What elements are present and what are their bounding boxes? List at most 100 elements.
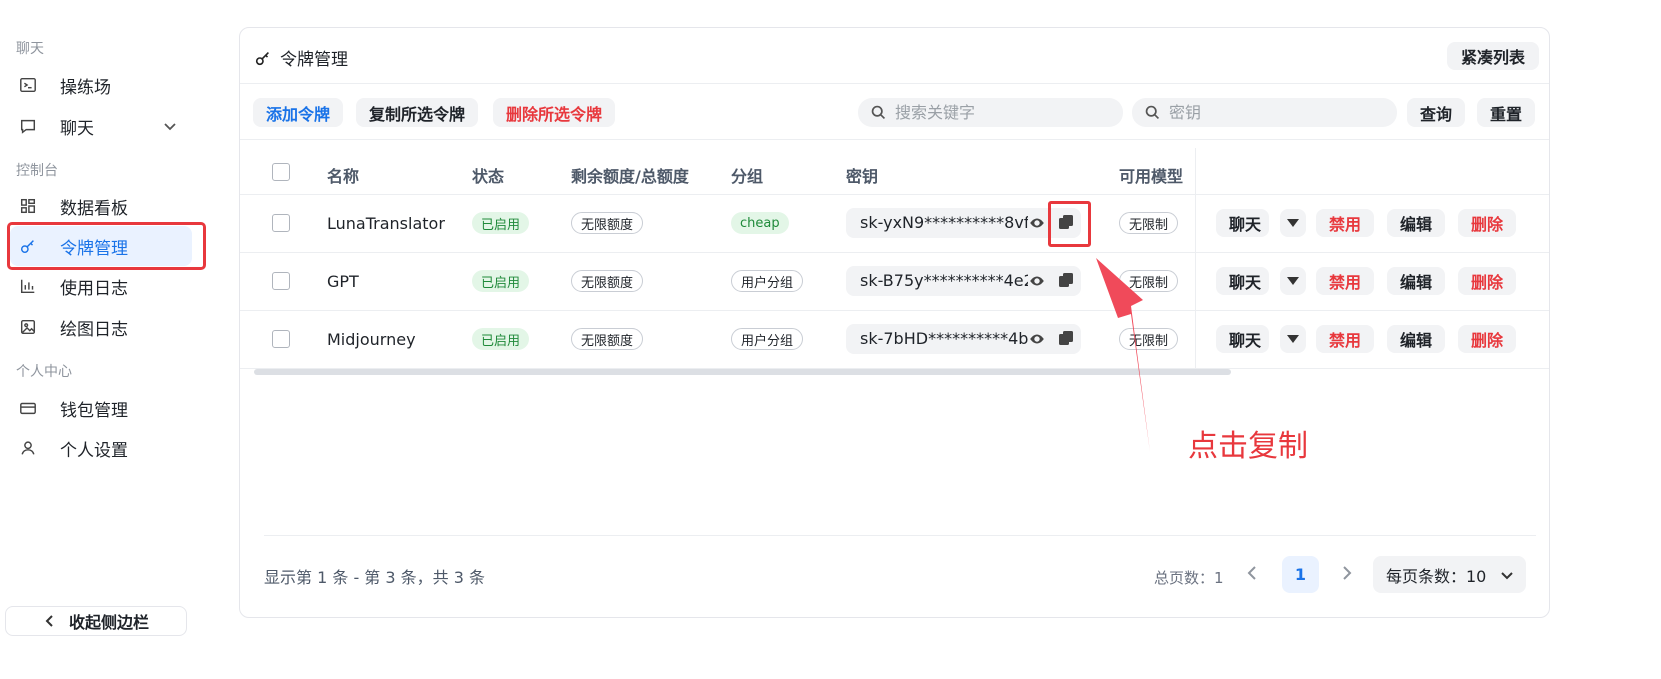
disable-button[interactable]: 禁用	[1316, 325, 1375, 353]
key-search-input[interactable]	[1169, 103, 1369, 122]
chat-button[interactable]: 聊天	[1216, 267, 1270, 295]
page-size-label: 每页条数：10	[1386, 566, 1487, 586]
copy-selected-tokens-button[interactable]: 复制所选令牌	[356, 98, 479, 127]
chat-dropdown-button[interactable]	[1280, 267, 1306, 295]
eye-icon[interactable]	[1028, 330, 1048, 348]
key-field: sk-yxN9**********8vfc	[846, 208, 1081, 238]
edit-button[interactable]: 编辑	[1387, 325, 1446, 353]
disable-button[interactable]: 禁用	[1316, 267, 1375, 295]
sidebar-section-chat: 聊天	[16, 41, 44, 57]
sidebar-item-label: 个人设置	[60, 440, 128, 461]
card-header: 令牌管理 紧凑列表	[240, 28, 1549, 84]
sidebar-item-label: 令牌管理	[60, 238, 128, 259]
total-pages-text: 总页数：1	[1154, 569, 1224, 587]
sidebar-item-settings[interactable]: 个人设置	[10, 428, 192, 468]
column-header-group: 分组	[731, 167, 764, 186]
compact-list-button[interactable]: 紧凑列表	[1446, 42, 1539, 70]
sidebar-item-token-management[interactable]: 令牌管理	[10, 226, 192, 266]
sidebar-item-label: 数据看板	[60, 198, 128, 219]
table-row: LunaTranslator 已启用 无限额度 cheap sk-yxN9***…	[240, 195, 1549, 253]
chat-button[interactable]: 聊天	[1216, 209, 1270, 237]
wallet-icon	[18, 398, 38, 418]
sidebar-item-usage-log[interactable]: 使用日志	[10, 266, 192, 306]
column-header-quota: 剩余额度/总额度	[571, 167, 689, 186]
column-divider	[1195, 195, 1196, 253]
row-checkbox[interactable]	[272, 272, 290, 290]
sidebar-item-dashboard[interactable]: 数据看板	[10, 186, 192, 226]
table-header: 名称 状态 剩余额度/总额度 分组 密钥 可用模型	[240, 148, 1549, 195]
sidebar-item-wallet[interactable]: 钱包管理	[10, 388, 192, 428]
status-badge: 已启用	[472, 212, 530, 234]
page-title-text: 令牌管理	[280, 50, 348, 70]
page-size-select[interactable]: 每页条数：10	[1373, 556, 1526, 593]
token-name: Midjourney	[327, 330, 416, 349]
row-checkbox[interactable]	[272, 330, 290, 348]
sidebar-section-personal: 个人中心	[16, 364, 72, 380]
keyword-search-input[interactable]	[895, 103, 1095, 122]
horizontal-scrollbar[interactable]	[254, 369, 1231, 375]
toolbar: 添加令牌 复制所选令牌 删除所选令牌 查询 重置	[240, 84, 1549, 140]
pagination-range-text: 显示第 1 条 - 第 3 条，共 3 条	[264, 568, 486, 587]
key-search[interactable]	[1132, 98, 1397, 127]
dashboard-icon	[18, 196, 38, 216]
models-badge: 无限制	[1119, 270, 1179, 292]
chat-button[interactable]: 聊天	[1216, 325, 1270, 353]
copy-icon[interactable]	[1058, 330, 1076, 348]
query-button[interactable]: 查询	[1407, 98, 1466, 127]
row-checkbox[interactable]	[272, 214, 290, 232]
footer-divider	[264, 535, 1536, 536]
copy-icon[interactable]	[1058, 214, 1076, 232]
chevron-left-icon	[45, 615, 53, 627]
bar-chart-icon	[18, 276, 38, 296]
user-icon	[18, 438, 38, 458]
keyword-search[interactable]	[858, 98, 1123, 127]
chat-dropdown-button[interactable]	[1280, 209, 1306, 237]
group-badge: cheap	[731, 212, 789, 234]
status-badge: 已启用	[472, 270, 530, 292]
disable-button[interactable]: 禁用	[1316, 209, 1375, 237]
add-token-button[interactable]: 添加令牌	[253, 98, 344, 127]
next-page-button[interactable]	[1337, 564, 1357, 584]
edit-button[interactable]: 编辑	[1387, 209, 1446, 237]
eye-icon[interactable]	[1028, 272, 1048, 290]
eye-icon[interactable]	[1028, 214, 1048, 232]
sidebar: 聊天 操练场 聊天 控制台 数据看板 令牌管理 使用日志 绘图日志 个人中心 钱…	[0, 0, 215, 679]
search-icon	[871, 105, 886, 120]
column-divider	[1195, 148, 1196, 195]
token-name: GPT	[327, 272, 359, 291]
chevron-left-icon	[1247, 566, 1256, 580]
table-row: Midjourney 已启用 无限额度 用户分组 sk-7bHD********…	[240, 311, 1549, 369]
chevron-right-icon	[1343, 566, 1352, 580]
sidebar-item-label: 钱包管理	[60, 400, 128, 421]
sidebar-item-chat[interactable]: 聊天	[10, 106, 192, 146]
edit-button[interactable]: 编辑	[1387, 267, 1446, 295]
chevron-down-icon	[1501, 572, 1513, 580]
sidebar-item-playground[interactable]: 操练场	[10, 65, 192, 105]
quota-badge: 无限额度	[571, 328, 644, 350]
copy-icon[interactable]	[1058, 272, 1076, 290]
column-header-status: 状态	[472, 167, 505, 186]
delete-button[interactable]: 删除	[1458, 267, 1517, 295]
terminal-icon	[18, 75, 38, 95]
sidebar-item-label: 使用日志	[60, 278, 128, 299]
key-icon	[255, 51, 269, 65]
sidebar-item-label: 绘图日志	[60, 319, 128, 340]
image-icon	[18, 317, 38, 337]
delete-selected-tokens-button[interactable]: 删除所选令牌	[493, 98, 616, 127]
current-page-button[interactable]: 1	[1282, 556, 1319, 593]
sidebar-section-console: 控制台	[16, 163, 58, 179]
reset-button[interactable]: 重置	[1477, 98, 1536, 127]
delete-button[interactable]: 删除	[1458, 209, 1517, 237]
caret-down-icon	[1287, 219, 1299, 227]
table-row: GPT 已启用 无限额度 用户分组 sk-B75y**********4e28 …	[240, 253, 1549, 311]
token-card: 令牌管理 紧凑列表 添加令牌 复制所选令牌 删除所选令牌 查询 重置 名称 状态	[239, 27, 1550, 618]
chat-dropdown-button[interactable]	[1280, 325, 1306, 353]
sidebar-item-drawing-log[interactable]: 绘图日志	[10, 307, 192, 347]
chevron-down-icon[interactable]	[162, 118, 178, 134]
collapse-sidebar-button[interactable]: 收起侧边栏	[5, 606, 187, 636]
key-text: sk-7bHD**********4bA0	[860, 329, 1030, 348]
delete-button[interactable]: 删除	[1458, 325, 1517, 353]
models-badge: 无限制	[1119, 212, 1179, 234]
select-all-checkbox[interactable]	[272, 163, 290, 181]
prev-page-button[interactable]	[1244, 564, 1264, 584]
